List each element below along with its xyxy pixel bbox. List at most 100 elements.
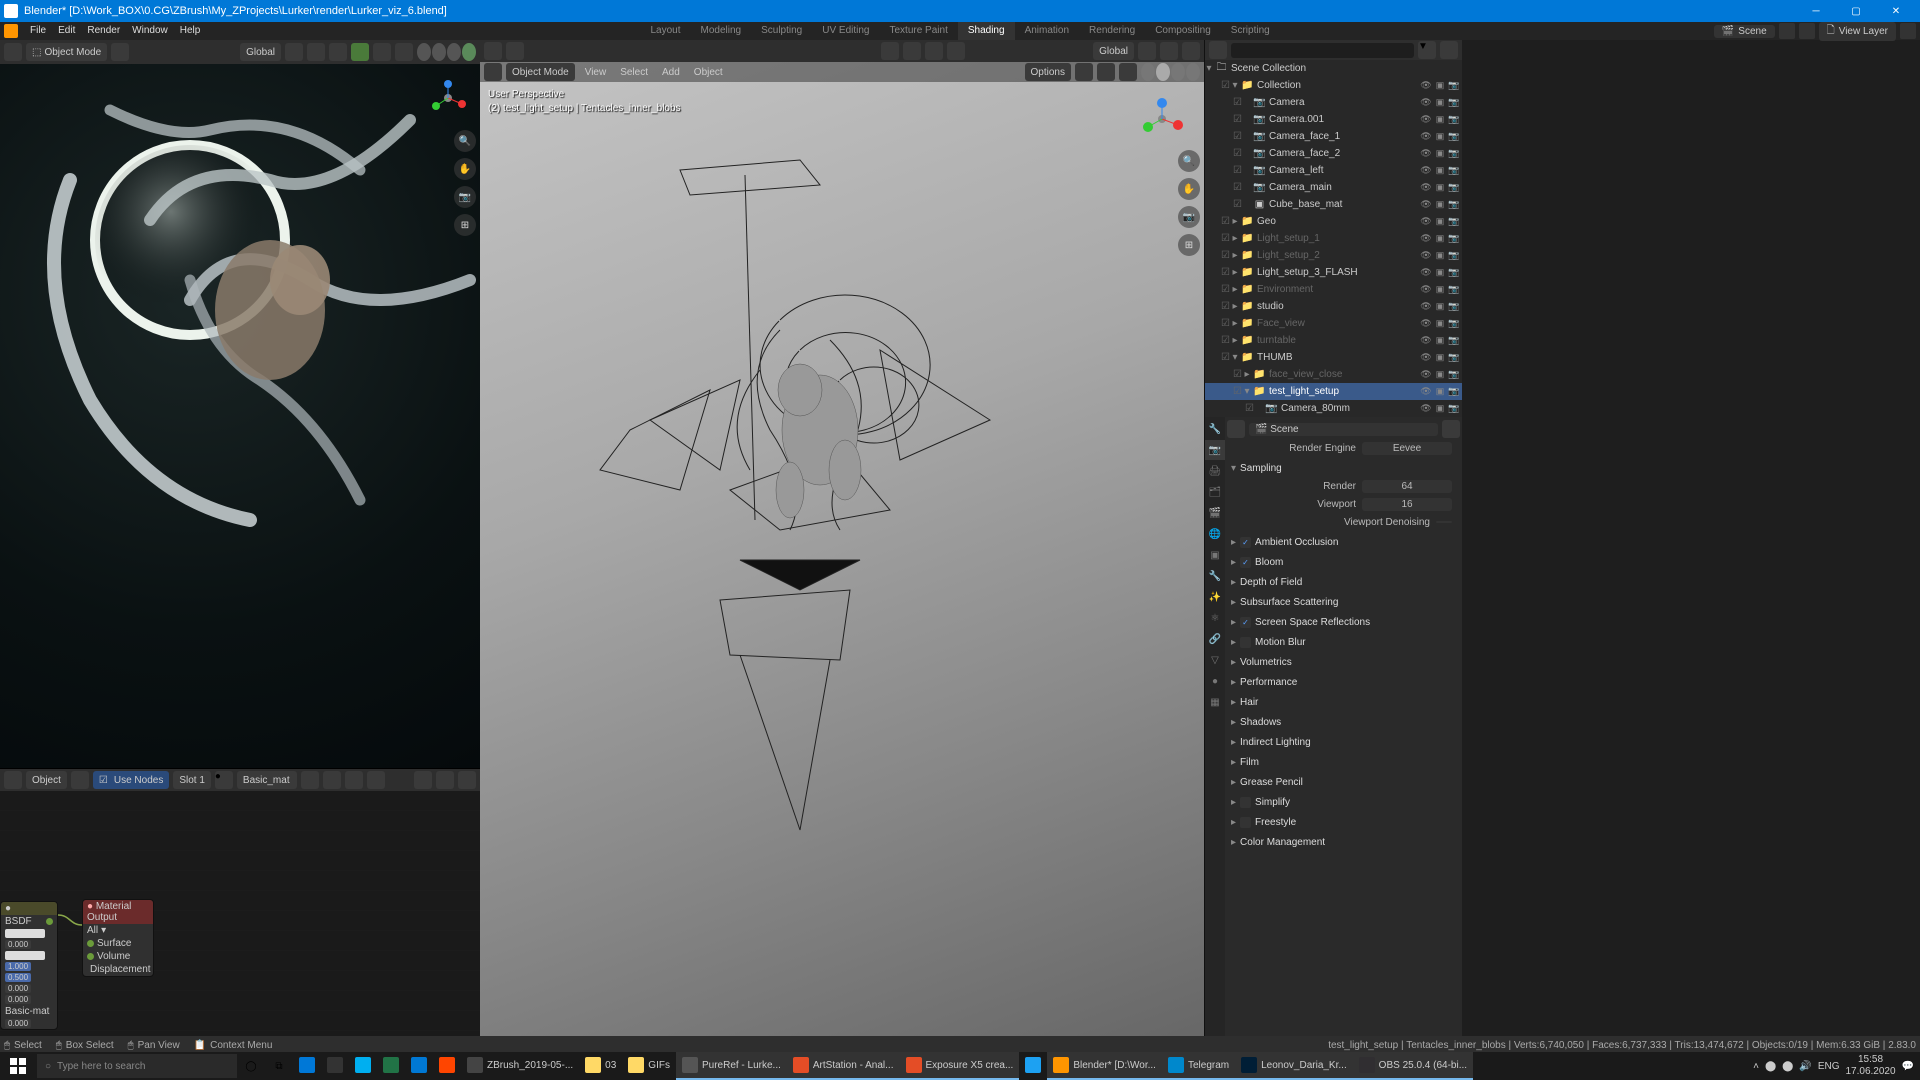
prop-opt-icon[interactable] — [1442, 420, 1460, 438]
node-val-5[interactable]: 0.000 — [5, 1019, 31, 1028]
node-overlay2-icon[interactable] — [436, 771, 454, 789]
menu-render[interactable]: Render — [81, 22, 126, 40]
persp-ortho-icon[interactable]: ⊞ — [454, 214, 476, 236]
tab-layout[interactable]: Layout — [640, 22, 690, 40]
breadcrumb[interactable]: 🎬 Scene — [1249, 423, 1438, 436]
maximize-button[interactable]: ▢ — [1836, 0, 1876, 22]
slot-selector[interactable]: Slot 1 — [173, 771, 211, 789]
shade-wire2-icon[interactable] — [1141, 63, 1155, 81]
outliner-search[interactable] — [1231, 43, 1414, 58]
taskbar-app[interactable]: 03 — [579, 1052, 622, 1080]
shade-wire-icon[interactable] — [417, 43, 431, 61]
node-overlay3-icon[interactable] — [458, 771, 476, 789]
sub-h2-icon[interactable] — [1075, 63, 1093, 81]
center-prop-icon[interactable] — [1160, 42, 1178, 60]
system-tray[interactable]: ˄ ⬤ ⬤ 🔊 ENG 15:58 17.06.2020 💬 — [1753, 1054, 1920, 1078]
taskbar-app[interactable]: Blender* [D:\Wor... — [1047, 1052, 1162, 1080]
node-editor-type-icon[interactable] — [4, 771, 22, 789]
output-node[interactable]: ● Material Output All ▾ Surface Volume D… — [82, 899, 154, 977]
menu-file[interactable]: File — [24, 22, 52, 40]
panel-subsurface-scattering[interactable]: ▸Subsurface Scattering — [1227, 593, 1460, 611]
camera-view-icon-c[interactable]: 📷 — [1178, 206, 1200, 228]
prop-pin-icon[interactable] — [1227, 420, 1245, 438]
start-button[interactable] — [0, 1052, 36, 1080]
tab-shading[interactable]: Shading — [958, 22, 1015, 40]
panel-motion-blur[interactable]: ▸Motion Blur — [1227, 633, 1460, 651]
proptab-data[interactable]: ▽ — [1205, 650, 1225, 670]
center-pivot-icon[interactable] — [1182, 42, 1200, 60]
taskbar-app[interactable]: ArtStation - Anal... — [787, 1052, 900, 1080]
outliner[interactable]: ▼ ▾🗀Scene Collection☑▾📁Collection👁▣📷☑📷Ca… — [1205, 40, 1462, 417]
center-h4-icon[interactable] — [947, 42, 965, 60]
taskbar-app[interactable]: Telegram — [1162, 1052, 1235, 1080]
render-engine-field[interactable]: Eevee — [1362, 442, 1452, 455]
center-snap-icon[interactable] — [1138, 42, 1156, 60]
minimize-button[interactable]: ─ — [1796, 0, 1836, 22]
material-name-field[interactable]: Basic_mat — [237, 771, 297, 789]
output-target[interactable]: All — [87, 925, 98, 936]
outliner-type-icon[interactable] — [1209, 41, 1227, 59]
center-h1-icon[interactable] — [881, 42, 899, 60]
proptab-modifier[interactable]: 🔧 — [1205, 566, 1225, 586]
panel-bloom[interactable]: ▸✓Bloom — [1227, 553, 1460, 571]
taskbar-app[interactable]: ZBrush_2019-05-... — [461, 1052, 579, 1080]
viewport-menu-object[interactable]: Object — [688, 63, 729, 81]
mat-unlink-icon[interactable] — [367, 771, 385, 789]
tab-uv-editing[interactable]: UV Editing — [812, 22, 879, 40]
outliner-item-light-setup-3-flash[interactable]: ☑▸📁Light_setup_3_FLASH👁▣📷 — [1205, 264, 1462, 281]
outliner-item-camera[interactable]: ☑📷Camera👁▣📷 — [1205, 94, 1462, 111]
tray-app1-icon[interactable]: ⬤ — [1765, 1061, 1776, 1072]
taskbar-app[interactable] — [405, 1052, 433, 1080]
proptab-world[interactable]: 🌐 — [1205, 524, 1225, 544]
sub-h1-icon[interactable] — [484, 63, 502, 81]
proptab-physics[interactable]: ⚛ — [1205, 608, 1225, 628]
taskbar-app[interactable]: Exposure X5 crea... — [900, 1052, 1020, 1080]
node-pin-icon[interactable] — [71, 771, 89, 789]
xray-icon[interactable] — [395, 43, 413, 61]
panel-performance[interactable]: ▸Performance — [1227, 673, 1460, 691]
viewport-menu-add[interactable]: Add — [656, 63, 686, 81]
scene-selector[interactable]: 🎬 Scene — [1714, 25, 1775, 38]
viewport-menu-select[interactable]: Select — [614, 63, 654, 81]
panel-freestyle[interactable]: ▸Freestyle — [1227, 813, 1460, 831]
scene-delete-button[interactable] — [1799, 23, 1815, 39]
zoom-icon-c[interactable]: 🔍 — [1178, 150, 1200, 172]
tab-texture-paint[interactable]: Texture Paint — [879, 22, 957, 40]
mat-new-icon[interactable] — [323, 771, 341, 789]
viewlayer-new-button[interactable] — [1900, 23, 1916, 39]
shade-rend2-icon[interactable] — [1186, 63, 1200, 81]
menu-help[interactable]: Help — [174, 22, 207, 40]
outliner-item-collection[interactable]: ☑▾📁Collection👁▣📷 — [1205, 77, 1462, 94]
node-val-1[interactable]: 1.000 — [5, 962, 31, 971]
taskbar-app[interactable] — [321, 1052, 349, 1080]
node-val-0[interactable]: 0.000 — [5, 940, 31, 949]
viewport-rendered[interactable]: ⬚ Object Mode Global — [0, 40, 480, 768]
menu-window[interactable]: Window — [126, 22, 174, 40]
sub-overlay-icon[interactable] — [1097, 63, 1115, 81]
proptab-particle[interactable]: ✨ — [1205, 587, 1225, 607]
viewport-samples-field[interactable]: 16 — [1362, 498, 1452, 511]
tab-animation[interactable]: Animation — [1015, 22, 1079, 40]
proptab-scene[interactable]: 🎬 — [1205, 503, 1225, 523]
node-editor[interactable]: Object ☑Use Nodes Slot 1 ● Basic_mat ● B… — [0, 768, 480, 1050]
center-editor-type-icon[interactable] — [484, 42, 502, 60]
tab-sculpting[interactable]: Sculpting — [751, 22, 812, 40]
center-tool-icon[interactable] — [506, 42, 524, 60]
viewport-solid[interactable]: Global Object Mode ViewSelectAddObject O… — [480, 40, 1204, 1050]
proptab-tool[interactable]: 🔧 — [1205, 419, 1225, 439]
outliner-item-camera-80mm[interactable]: ☑📷Camera_80mm👁▣📷 — [1205, 400, 1462, 417]
panel-sampling[interactable]: ▾Sampling — [1227, 459, 1460, 477]
shading-icon[interactable] — [111, 43, 129, 61]
sub-gizmo-icon[interactable] — [1119, 63, 1137, 81]
menu-edit[interactable]: Edit — [52, 22, 81, 40]
proptab-texture[interactable]: ▦ — [1205, 692, 1225, 712]
viewport-menu-view[interactable]: View — [579, 63, 613, 81]
orient-selector-left[interactable]: Global — [240, 43, 281, 61]
tab-modeling[interactable]: Modeling — [691, 22, 752, 40]
orient-selector-center[interactable]: Global — [1093, 42, 1134, 60]
outliner-item-test-light-setup[interactable]: ☑▾📁test_light_setup👁▣📷 — [1205, 383, 1462, 400]
taskbar-app[interactable] — [349, 1052, 377, 1080]
tray-app2-icon[interactable]: ⬤ — [1782, 1061, 1793, 1072]
proptab-viewlayer[interactable]: 🗂 — [1205, 482, 1225, 502]
proptab-output[interactable]: 🖨 — [1205, 461, 1225, 481]
